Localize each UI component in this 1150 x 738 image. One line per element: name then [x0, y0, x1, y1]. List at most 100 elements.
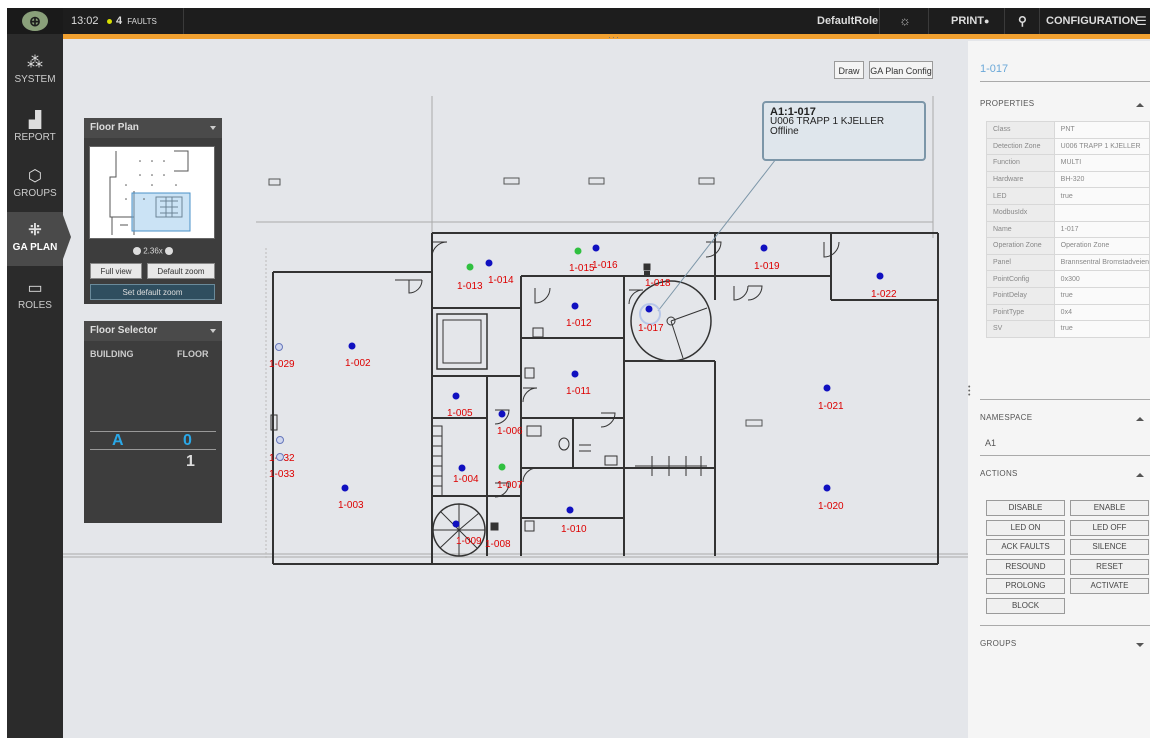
- fault-dot-icon: [107, 18, 112, 24]
- detector-marker[interactable]: [566, 506, 574, 514]
- detector-point-1-021[interactable]: 1-021: [818, 384, 844, 413]
- detector-marker[interactable]: [341, 484, 349, 492]
- detector-point-1-006[interactable]: 1-006: [497, 410, 523, 438]
- detector-marker[interactable]: [275, 343, 283, 351]
- action-button-resound[interactable]: RESOUND: [986, 558, 1065, 575]
- detector-point-1-022[interactable]: 1-022: [871, 272, 897, 301]
- floor-option-0[interactable]: 0: [183, 432, 192, 450]
- building-option-a[interactable]: A: [112, 432, 124, 450]
- detector-marker[interactable]: [571, 370, 579, 378]
- detector-marker[interactable]: [466, 263, 474, 271]
- detector-marker[interactable]: [276, 453, 284, 461]
- expand-groups-icon[interactable]: [1136, 643, 1144, 647]
- collapse-caret-icon[interactable]: [210, 329, 216, 333]
- nav-item-ga-plan[interactable]: ⁜ GA PLAN: [7, 212, 63, 266]
- print-options-icon[interactable]: ●: [984, 8, 989, 34]
- detector-marker[interactable]: [276, 436, 284, 444]
- draw-button[interactable]: Draw: [834, 61, 864, 79]
- detector-label: 1-006: [497, 426, 523, 437]
- detector-marker[interactable]: [571, 302, 579, 310]
- search-icon[interactable]: ⚲: [1018, 8, 1027, 34]
- action-button-prolong[interactable]: PROLONG: [986, 578, 1065, 594]
- collapse-caret-icon[interactable]: [210, 126, 216, 130]
- detector-label: 1-022: [871, 289, 897, 300]
- nav-item-roles[interactable]: ▭ ROLES: [7, 270, 63, 324]
- detector-marker[interactable]: [592, 244, 600, 252]
- property-value: Operation Zone: [1053, 237, 1150, 255]
- property-key: Function: [986, 154, 1055, 172]
- floor-plan-title: Floor Plan: [90, 122, 139, 133]
- zoom-in-icon[interactable]: [165, 246, 174, 255]
- detector-marker[interactable]: [491, 523, 497, 529]
- nav-item-system[interactable]: ⁂ SYSTEM: [7, 44, 63, 98]
- thumbnail-map: [109, 150, 191, 235]
- default-zoom-button[interactable]: Default zoom: [147, 263, 215, 279]
- current-role[interactable]: DefaultRole: [817, 8, 878, 34]
- detector-point-1-012[interactable]: 1-012: [566, 302, 592, 330]
- detector-marker[interactable]: [498, 410, 506, 418]
- detector-marker[interactable]: [645, 305, 653, 313]
- detector-point-1-005[interactable]: 1-005: [447, 392, 473, 420]
- detector-marker[interactable]: [823, 384, 831, 392]
- properties-table: Class PNT Detection Zone U006 TRAPP 1 KJELL…: [986, 121, 1150, 338]
- detector-point-1-004[interactable]: 1-004: [453, 464, 479, 486]
- floor-option-1[interactable]: 1: [186, 453, 195, 471]
- action-button-reset[interactable]: RESET: [1070, 558, 1149, 575]
- detector-marker[interactable]: [823, 484, 831, 492]
- detector-marker[interactable]: [348, 342, 356, 350]
- detector-marker[interactable]: [498, 463, 506, 471]
- zoom-out-icon[interactable]: [132, 246, 141, 255]
- detector-point-1-018[interactable]: 1-018: [644, 271, 671, 289]
- menu-icon[interactable]: ☰: [1136, 8, 1147, 34]
- faults-indicator[interactable]: 4 FAULTS: [107, 8, 157, 34]
- detector-point-1-007[interactable]: 1-007: [497, 463, 523, 492]
- detector-label: 1-012: [566, 318, 592, 329]
- brightness-icon[interactable]: ☼: [899, 8, 911, 34]
- detector-marker[interactable]: [760, 244, 768, 252]
- collapse-properties-icon[interactable]: [1136, 103, 1144, 107]
- detector-point-1-020[interactable]: 1-020: [818, 484, 844, 513]
- action-button-enable[interactable]: ENABLE: [1070, 500, 1149, 516]
- detector-point-1-002[interactable]: 1-002: [345, 342, 371, 370]
- nav-item-groups[interactable]: ⬡ GROUPS: [7, 158, 63, 212]
- detector-marker[interactable]: [644, 271, 650, 277]
- detector-marker[interactable]: [876, 272, 884, 280]
- detector-marker[interactable]: [574, 247, 582, 255]
- selected-point-title: 1-017: [980, 63, 1009, 75]
- nav-item-report[interactable]: ▟ REPORT: [7, 102, 63, 156]
- drag-grip-icon[interactable]: ···: [608, 32, 620, 42]
- detector-point-1-011[interactable]: 1-011: [566, 370, 591, 398]
- collapse-namespace-icon[interactable]: [1136, 417, 1144, 421]
- detector-marker[interactable]: [485, 259, 493, 267]
- property-row: Hardware BH-320: [986, 170, 1150, 189]
- floor-plan-thumbnail[interactable]: [89, 146, 215, 239]
- property-key: Hardware: [986, 170, 1055, 189]
- print-button[interactable]: PRINT: [951, 8, 984, 34]
- detector-marker[interactable]: [452, 392, 460, 400]
- collapse-actions-icon[interactable]: [1136, 473, 1144, 477]
- action-button-ack-faults[interactable]: ACK FAULTS: [986, 539, 1065, 555]
- detector-point-1-009[interactable]: 1-009: [452, 520, 483, 548]
- action-button-led-on[interactable]: LED ON: [986, 519, 1065, 536]
- action-button-silence[interactable]: SILENCE: [1070, 539, 1149, 555]
- detector-point-1-016[interactable]: 1-016: [592, 244, 618, 272]
- detector-point-1-014[interactable]: 1-014: [485, 259, 515, 287]
- detector-marker[interactable]: [452, 520, 460, 528]
- action-button-block[interactable]: BLOCK: [986, 597, 1065, 614]
- ga-plan-config-button[interactable]: GA Plan Config: [869, 61, 933, 79]
- floor-selector-panel: Floor Selector BUILDING FLOOR A 0 1: [84, 321, 222, 523]
- resize-handle[interactable]: • • •: [968, 384, 970, 399]
- detector-point-1-003[interactable]: 1-003: [338, 484, 364, 512]
- detector-point-1-010[interactable]: 1-010: [561, 506, 587, 536]
- action-button-disable[interactable]: DISABLE: [986, 500, 1065, 516]
- floor-plan-panel-header: Floor Plan: [84, 118, 222, 138]
- detector-point-1-013[interactable]: 1-013: [457, 263, 483, 293]
- app-logo[interactable]: ⊕: [7, 8, 63, 34]
- detector-point-1-019[interactable]: 1-019: [754, 244, 780, 273]
- action-button-activate[interactable]: ACTIVATE: [1070, 578, 1149, 594]
- full-view-button[interactable]: Full view: [90, 263, 142, 279]
- detector-marker[interactable]: [458, 464, 466, 472]
- configuration-button[interactable]: CONFIGURATION: [1046, 8, 1138, 34]
- set-default-zoom-button[interactable]: Set default zoom: [90, 284, 215, 300]
- action-button-led-off[interactable]: LED OFF: [1070, 519, 1149, 536]
